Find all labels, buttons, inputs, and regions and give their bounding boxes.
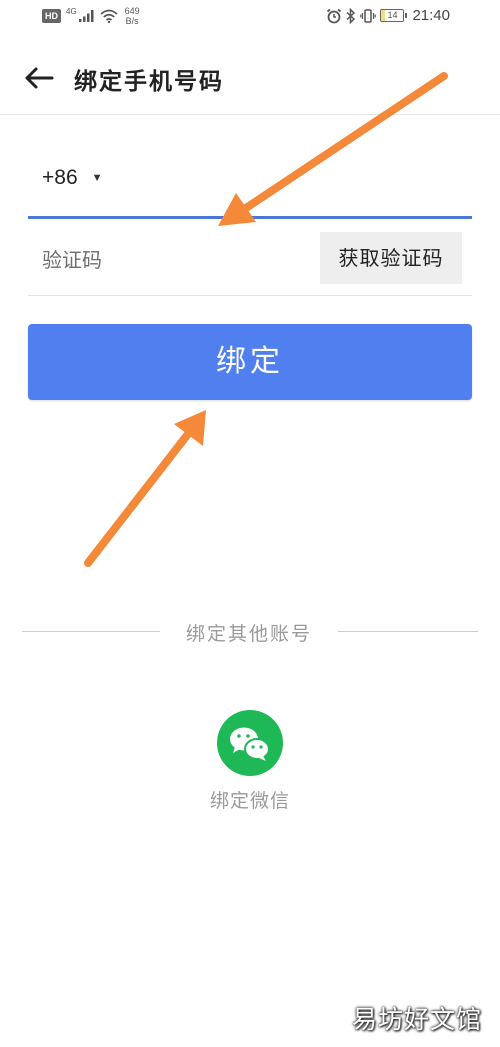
page-title: 绑定手机号码 xyxy=(74,69,224,95)
battery-level: 14 xyxy=(387,10,398,20)
alarm-icon xyxy=(327,8,342,23)
bind-button[interactable]: 绑定 xyxy=(28,324,472,400)
network-type: 4G xyxy=(66,6,77,16)
status-time: 21:40 xyxy=(412,7,450,24)
country-code-value: +86 xyxy=(42,166,78,189)
watermark-text: 易坊好文馆 xyxy=(352,1005,483,1034)
phone-input-underline xyxy=(28,216,472,219)
hd-badge: HD xyxy=(42,9,61,23)
get-code-button[interactable]: 获取验证码 xyxy=(320,232,462,284)
vibrate-icon xyxy=(360,8,377,23)
country-code-selector[interactable]: +86 ▼ xyxy=(42,166,103,190)
status-bar-right: 14 21:40 xyxy=(326,7,450,24)
bluetooth-icon xyxy=(346,7,356,24)
divider-right xyxy=(338,631,478,632)
network-speed-value: 649 xyxy=(124,6,140,16)
other-accounts-label: 绑定其他账号 xyxy=(185,623,312,645)
wifi-icon xyxy=(100,9,118,23)
battery-indicator: 14 xyxy=(380,9,408,22)
network-speed-unit: B/s xyxy=(125,16,139,26)
header-divider xyxy=(0,114,500,115)
annotation-arrow-bottom xyxy=(84,410,206,567)
code-input-underline xyxy=(28,295,472,296)
status-bar-left: HD 4G 649 B/s xyxy=(42,6,140,26)
back-arrow-icon xyxy=(25,67,54,89)
network-speed: 649 B/s xyxy=(125,6,140,26)
signal-icon xyxy=(78,10,94,22)
caret-down-icon: ▼ xyxy=(91,172,103,184)
verification-code-input[interactable] xyxy=(40,238,304,282)
battery-fill xyxy=(381,10,385,21)
phone-number-input[interactable] xyxy=(130,160,464,202)
annotation-arrow-top xyxy=(218,72,448,226)
wechat-bind-button[interactable] xyxy=(217,710,283,776)
status-bar: HD 4G 649 B/s 14 21:40 xyxy=(0,0,500,36)
annotation-arrows xyxy=(84,72,448,567)
wechat-icon xyxy=(230,727,270,761)
back-button[interactable] xyxy=(22,60,58,96)
divider-left xyxy=(22,631,160,632)
wechat-bind-label: 绑定微信 xyxy=(209,790,290,812)
